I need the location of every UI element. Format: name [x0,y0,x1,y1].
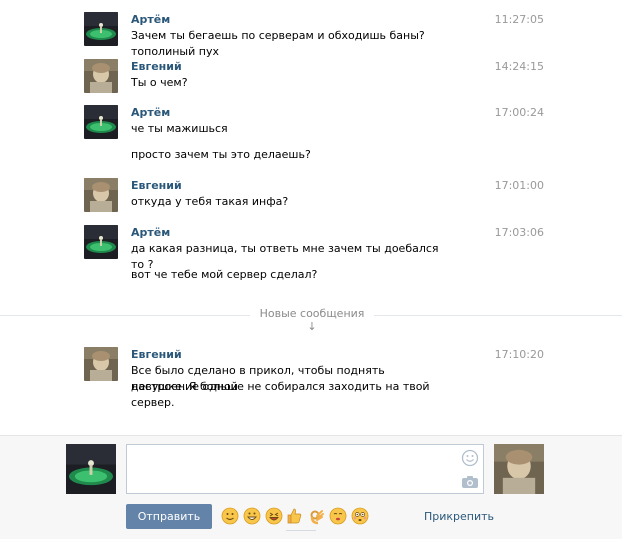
message-text: Ты о чем? [131,76,188,89]
message-author[interactable]: Евгений [131,179,182,192]
ok-hand-emoji[interactable] [307,507,325,525]
message: Евгений 17:10:20 Все было сделано в прик… [84,347,544,409]
avatar[interactable] [84,12,118,46]
message-author[interactable]: Артём [131,226,170,239]
message-text: просто зачем ты это делаешь? [131,148,311,161]
message-time: 14:24:15 [494,60,544,73]
avatar[interactable] [84,225,118,259]
message-text: вот че тебе мой сервер сделал? [131,268,318,281]
message-author[interactable]: Евгений [131,348,182,361]
message-author[interactable]: Артём [131,106,170,119]
message-text: девушке. Я больше не собирался заходить … [131,380,430,409]
grin-emoji[interactable] [243,507,261,525]
message-time: 11:27:05 [494,13,544,26]
camera-icon[interactable] [461,475,479,489]
avatar[interactable] [84,59,118,93]
blush-emoji[interactable] [351,507,369,525]
new-messages-divider: Новые сообщения ↓ [256,307,368,333]
divider-line [374,315,622,316]
smirk-emoji[interactable] [329,507,347,525]
message-text: Зачем ты бегаешь по серверам и обходишь … [131,29,425,58]
avatar[interactable] [84,178,118,212]
composer: Отправить Прикрепить [0,435,622,539]
message-time: 17:10:20 [494,348,544,361]
avatar[interactable] [84,105,118,139]
message: Артём 17:03:06 да какая разница, ты отве… [84,225,544,285]
message-text: откуда у тебя такая инфа? [131,195,289,208]
message-text: че ты мажишься [131,122,228,135]
message-input[interactable] [126,444,484,494]
message-author[interactable]: Артём [131,13,170,26]
own-avatar[interactable] [66,444,116,494]
laugh-emoji[interactable] [265,507,283,525]
divider-line [0,315,250,316]
message-time: 17:03:06 [494,226,544,239]
message-time: 17:00:24 [494,106,544,119]
attach-link[interactable]: Прикрепить [424,510,494,523]
send-button[interactable]: Отправить [126,504,212,529]
avatar[interactable] [84,347,118,381]
message-author[interactable]: Евгений [131,60,182,73]
message: Евгений 17:01:00 откуда у тебя такая инф… [84,178,544,212]
message: Евгений 14:24:15 Ты о чем? [84,59,544,93]
message: Артём 17:00:24 че ты мажишься просто зач… [84,105,544,165]
smiley-icon[interactable] [461,449,479,467]
thumbs-up-emoji[interactable] [285,507,303,525]
smile-emoji[interactable] [221,507,239,525]
message: Артём 11:27:05 Зачем ты бегаешь по серве… [84,12,544,58]
contact-avatar[interactable] [494,444,544,494]
message-time: 17:01:00 [494,179,544,192]
